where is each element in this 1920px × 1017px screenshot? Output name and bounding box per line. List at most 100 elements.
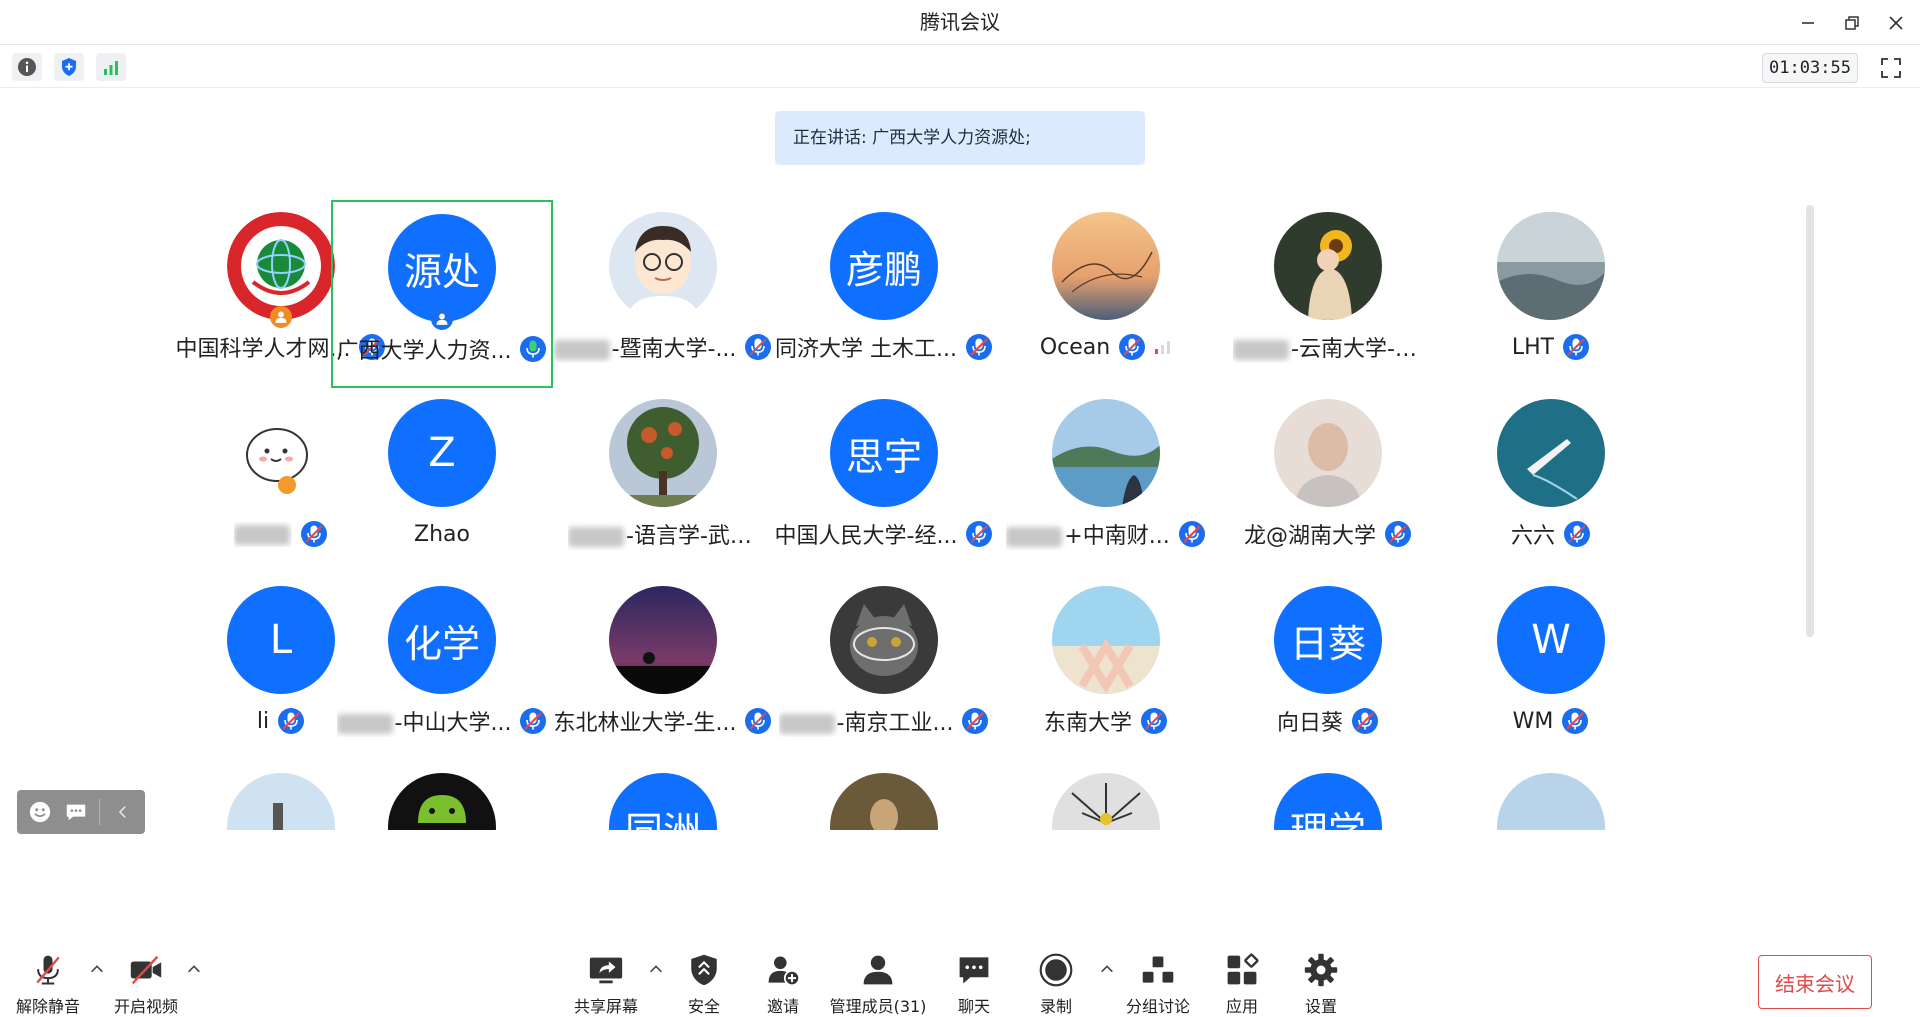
participant-name: 东南大学 [1044, 705, 1132, 737]
manage-members-button[interactable]: 管理成员(31) [830, 940, 926, 1017]
participant-tile[interactable]: Z Zhao [331, 387, 553, 575]
share-screen-button[interactable]: 共享屏幕 [566, 940, 646, 1017]
participant-tile[interactable]: -语言学-武汉... [552, 387, 774, 575]
participant-name: 广西大学人力资... [337, 333, 512, 365]
participant-tile[interactable] [773, 761, 995, 830]
participant-tile[interactable]: 化学 -中山大学... [331, 574, 553, 762]
mic-muted-icon [1352, 708, 1378, 734]
audio-options-caret[interactable] [88, 960, 106, 978]
participant-tile[interactable]: Ocean [995, 200, 1217, 388]
minimize-button[interactable] [1790, 8, 1826, 38]
participant-avatar [1052, 212, 1160, 320]
security-label: 安全 [687, 997, 720, 1016]
meeting-timer: 01:03:55 [1762, 53, 1858, 83]
fullscreen-button[interactable] [1876, 54, 1906, 82]
participant-name-row: 广西大学人力资... [333, 334, 551, 364]
participant-name-row: -中山大学... [331, 706, 553, 736]
participant-tile[interactable]: 东北林业大学-生... [552, 574, 774, 762]
participant-name-row: 中国人民大学-经... [773, 519, 995, 549]
participant-name-row: Ocean [995, 332, 1217, 362]
participant-name-text: 中国科学人才网... [175, 337, 351, 362]
breakout-rooms-button[interactable]: 分组讨论 [1118, 940, 1198, 1017]
participant-name-text: -云南大学-物... [1291, 337, 1423, 362]
participant-tile[interactable] [331, 761, 553, 830]
participant-avatar [1052, 773, 1160, 830]
participant-name-text: -中山大学... [394, 711, 512, 736]
mic-muted-icon [745, 708, 772, 734]
participant-avatar [388, 773, 496, 830]
participant-tile[interactable]: +中南财... [995, 387, 1217, 575]
participant-tile[interactable]: 彦鹏 同济大学 土木工... [773, 200, 995, 388]
participant-name-text: 向日葵 [1276, 711, 1343, 736]
participant-avatar [1052, 399, 1160, 507]
reactions-divider [99, 799, 100, 825]
participant-name: WM [1513, 709, 1554, 734]
record-button[interactable]: 录制 [1016, 940, 1096, 1017]
participant-tile[interactable]: -暨南大学-... [552, 200, 774, 388]
network-status-button[interactable] [96, 53, 126, 81]
unmute-button[interactable]: 解除静音 [8, 940, 88, 1017]
participant-tile[interactable]: -云南大学-物... [1217, 200, 1439, 388]
redacted-name-part [1233, 340, 1289, 360]
participant-tile[interactable]: 思宇 中国人民大学-经... [773, 387, 995, 575]
record-options-caret[interactable] [1098, 960, 1116, 978]
emoji-reaction-button[interactable] [27, 799, 53, 825]
collapse-reactions-button[interactable] [110, 799, 136, 825]
record-label: 录制 [1039, 997, 1072, 1016]
participant-name-text: WM [1512, 708, 1554, 734]
meeting-info-button[interactable] [12, 53, 42, 81]
participant-name-text: Ocean [1039, 334, 1111, 360]
participant-tile[interactable]: 六六 [1440, 387, 1662, 575]
mic-muted-icon [1564, 521, 1590, 547]
share-options-caret[interactable] [647, 960, 665, 978]
participant-avatar: 同洲 [609, 773, 717, 830]
participant-tile[interactable]: 源处 广西大学人力资... [331, 200, 553, 388]
participant-tile[interactable]: 日葵 向日葵 [1217, 574, 1439, 762]
redacted-name-part [234, 524, 290, 545]
participant-name-row: -语言学-武汉... [552, 519, 774, 549]
apps-button[interactable]: 应用 [1202, 940, 1282, 1017]
participant-tile[interactable]: 龙@湖南大学 [1217, 387, 1439, 575]
security-button[interactable]: 安全 [664, 940, 744, 1017]
add-user-icon [768, 956, 801, 986]
participant-tile[interactable]: LHT [1440, 200, 1662, 388]
mic-muted-icon [278, 708, 305, 734]
participant-tile[interactable]: 同洲 [552, 761, 774, 830]
mic-muted-icon [1562, 708, 1589, 734]
avatar-initials: Z [428, 430, 456, 476]
participant-name: -南京工业... [778, 705, 953, 737]
participant-avatar [1497, 773, 1605, 830]
chat-button[interactable]: 聊天 [934, 940, 1014, 1017]
participant-tile[interactable]: W WM [1440, 574, 1662, 762]
participant-avatar [609, 399, 717, 507]
redacted-name-part [1006, 527, 1063, 547]
settings-button[interactable]: 设置 [1281, 940, 1361, 1017]
participant-avatar: 理学 [1274, 773, 1382, 830]
apps-label: 应用 [1225, 997, 1258, 1016]
restore-button[interactable] [1834, 8, 1870, 38]
chat-label: 聊天 [957, 997, 990, 1016]
start-video-button[interactable]: 开启视频 [106, 940, 186, 1017]
participant-tile[interactable] [995, 761, 1217, 830]
info-bar: 01:03:55 [0, 46, 1920, 88]
participant-avatar: 日葵 [1274, 586, 1382, 694]
grid-scrollbar[interactable] [1806, 205, 1814, 637]
danmaku-button[interactable] [63, 799, 89, 825]
participant-name: -中山大学... [336, 705, 512, 737]
fullscreen-icon [1881, 58, 1901, 78]
video-options-caret[interactable] [185, 960, 203, 978]
invite-button[interactable]: 邀请 [743, 940, 823, 1017]
bottom-toolbar: 解除静音 开启视频 共享屏幕 安全 邀请 管理成员(31) 聊天 录制 分组讨论… [0, 940, 1920, 1017]
participant-tile[interactable] [1440, 761, 1662, 830]
end-meeting-button[interactable]: 结束会议 [1758, 955, 1872, 1009]
participant-grid: 中国科学人才网... 源处 广西大学人力资... -暨南大学-... 彦鹏 同济大学 土木… [170, 200, 1670, 830]
participant-tile[interactable]: 东南大学 [995, 574, 1217, 762]
participant-tile[interactable]: -南京工业... [773, 574, 995, 762]
close-button[interactable] [1878, 8, 1914, 38]
mic-muted-icon [962, 708, 989, 734]
participant-name: LHT [1512, 335, 1554, 360]
participant-tile[interactable]: 理学 [1217, 761, 1439, 830]
participant-name: -云南大学-物... [1233, 331, 1423, 363]
security-status-button[interactable] [54, 53, 84, 81]
participant-avatar: 化学 [388, 586, 496, 694]
